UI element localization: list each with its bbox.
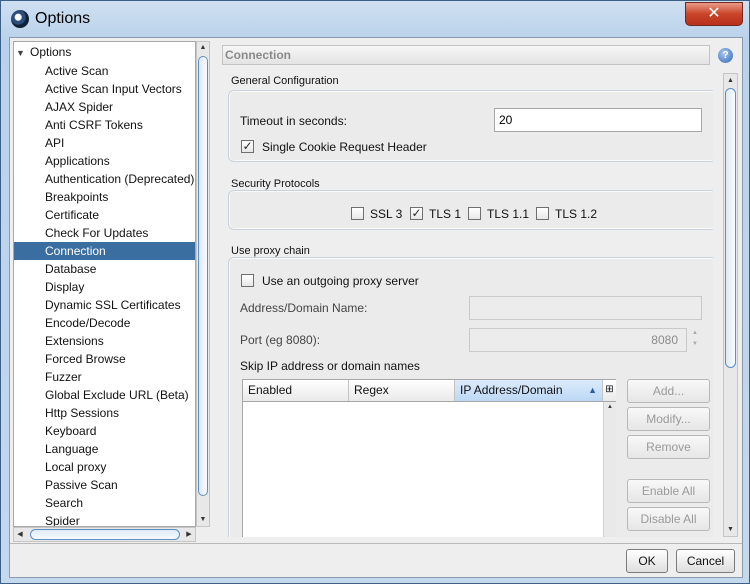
- panel-vertical-scrollbar[interactable]: ▲ ▼: [723, 73, 738, 537]
- disable-all-button[interactable]: Disable All: [627, 507, 710, 531]
- column-enabled[interactable]: Enabled: [243, 380, 349, 401]
- use-proxy-label: Use an outgoing proxy server: [262, 274, 419, 288]
- app-logo-icon: [11, 10, 29, 28]
- tree-item[interactable]: Certificate: [14, 206, 195, 224]
- scroll-left-icon[interactable]: ◀: [14, 528, 26, 541]
- tree-item[interactable]: Keyboard: [14, 422, 195, 440]
- tree-item[interactable]: Search: [14, 494, 195, 512]
- proxy-chain-title: Use proxy chain: [231, 245, 310, 257]
- tls12-checkbox[interactable]: [536, 207, 549, 220]
- tree-horizontal-scrollbar[interactable]: ◀ ▶: [13, 527, 196, 542]
- ssl3-checkbox[interactable]: [351, 207, 364, 220]
- help-icon[interactable]: ?: [718, 48, 733, 63]
- column-regex[interactable]: Regex: [349, 380, 455, 401]
- tree-item[interactable]: Check For Updates: [14, 224, 195, 242]
- ssl3-label: SSL 3: [370, 207, 403, 221]
- triangle-down-icon[interactable]: ▼: [16, 48, 30, 58]
- tree-root-label: Options: [30, 45, 72, 59]
- scroll-down-icon[interactable]: ▼: [724, 523, 737, 536]
- tree-item[interactable]: Active Scan: [14, 62, 195, 80]
- close-button[interactable]: ✕: [685, 2, 743, 26]
- timeout-label: Timeout in seconds:: [240, 114, 347, 128]
- footer-divider: [10, 543, 742, 544]
- single-cookie-label: Single Cookie Request Header: [262, 140, 427, 154]
- tree-item[interactable]: Global Exclude URL (Beta): [14, 386, 195, 404]
- tree-item[interactable]: Local proxy: [14, 458, 195, 476]
- add-button[interactable]: Add...: [627, 379, 710, 403]
- tree-item[interactable]: Spider: [14, 512, 195, 526]
- tls11-checkbox[interactable]: [468, 207, 481, 220]
- tree-item[interactable]: Breakpoints: [14, 188, 195, 206]
- scroll-thumb[interactable]: [30, 529, 180, 540]
- column-ip-address-domain[interactable]: IP Address/Domain ▲: [455, 380, 603, 401]
- tree-item[interactable]: Encode/Decode: [14, 314, 195, 332]
- port-input[interactable]: [469, 328, 687, 352]
- general-config-title: General Configuration: [231, 75, 339, 87]
- window-title: Options: [35, 10, 91, 27]
- scroll-up-icon[interactable]: ▲: [197, 42, 209, 54]
- tree-item[interactable]: API: [14, 134, 195, 152]
- tree-item[interactable]: AJAX Spider: [14, 98, 195, 116]
- column-control-icon[interactable]: ⊞: [603, 380, 616, 402]
- address-input[interactable]: [469, 296, 702, 320]
- port-label: Port (eg 8080):: [240, 333, 321, 347]
- tree-item[interactable]: Display: [14, 278, 195, 296]
- cancel-button[interactable]: Cancel: [676, 549, 735, 573]
- options-window: Options ✕ ▼ Options Active Scan Active Sca…: [0, 0, 750, 584]
- panel-title: Connection: [222, 45, 710, 65]
- tree-root[interactable]: ▼ Options: [16, 45, 71, 59]
- tree-item[interactable]: Database: [14, 260, 195, 278]
- skip-label: Skip IP address or domain names: [240, 359, 420, 373]
- options-tree: ▼ Options Active Scan Active Scan Input Ve…: [13, 41, 196, 527]
- checkmark-icon: ✓: [411, 206, 422, 220]
- tree-item[interactable]: Fuzzer: [14, 368, 195, 386]
- scroll-right-icon[interactable]: ▶: [183, 528, 195, 541]
- tree-item[interactable]: Authentication (Deprecated): [14, 170, 195, 188]
- tree-vertical-scrollbar[interactable]: ▲ ▼: [196, 41, 210, 527]
- single-cookie-checkbox[interactable]: ✓: [241, 140, 254, 153]
- spin-down-icon[interactable]: ▼: [688, 339, 702, 350]
- tree-item[interactable]: Extensions: [14, 332, 195, 350]
- scroll-down-icon[interactable]: ▼: [197, 514, 209, 526]
- use-proxy-checkbox[interactable]: [241, 274, 254, 287]
- tls1-label: TLS 1: [429, 207, 462, 221]
- connection-panel: General Configuration Timeout in seconds…: [217, 71, 713, 537]
- port-spinner[interactable]: ▲ ▼: [688, 328, 702, 352]
- table-vertical-scrollbar[interactable]: ▲: [603, 402, 616, 537]
- modify-button[interactable]: Modify...: [627, 407, 710, 431]
- tree-item[interactable]: Anti CSRF Tokens: [14, 116, 195, 134]
- close-icon: ✕: [707, 5, 721, 22]
- table-header: Enabled Regex IP Address/Domain ▲: [243, 380, 603, 402]
- remove-button[interactable]: Remove: [627, 435, 710, 459]
- skip-names-table: Enabled Regex IP Address/Domain ▲ ⊞ ▲: [242, 379, 616, 537]
- scroll-up-icon[interactable]: ▲: [604, 402, 616, 413]
- tree-item[interactable]: Connection: [14, 242, 195, 260]
- enable-all-button[interactable]: Enable All: [627, 479, 710, 503]
- dialog-client: ▼ Options Active Scan Active Scan Input Ve…: [9, 37, 743, 578]
- tls12-label: TLS 1.2: [555, 207, 598, 221]
- scroll-up-icon[interactable]: ▲: [724, 74, 737, 87]
- scroll-thumb[interactable]: [198, 56, 208, 496]
- security-protocols-title: Security Protocols: [231, 178, 320, 190]
- checkmark-icon: ✓: [242, 139, 253, 153]
- tree-item[interactable]: Forced Browse: [14, 350, 195, 368]
- column-ip-label: IP Address/Domain: [460, 383, 563, 397]
- spin-up-icon[interactable]: ▲: [688, 328, 702, 339]
- sort-ascending-icon: ▲: [588, 385, 597, 395]
- ok-button[interactable]: OK: [626, 549, 668, 573]
- tree-item[interactable]: Http Sessions: [14, 404, 195, 422]
- title-bar[interactable]: Options ✕: [1, 1, 749, 37]
- tree-list: Active Scan Active Scan Input Vectors AJAX…: [14, 62, 195, 526]
- address-label: Address/Domain Name:: [240, 301, 368, 315]
- timeout-input[interactable]: [494, 108, 702, 132]
- tree-item[interactable]: Language: [14, 440, 195, 458]
- tree-item[interactable]: Dynamic SSL Certificates: [14, 296, 195, 314]
- tls1-checkbox[interactable]: ✓: [410, 207, 423, 220]
- tls11-label: TLS 1.1: [487, 207, 530, 221]
- scroll-thumb[interactable]: [725, 88, 736, 368]
- tree-item[interactable]: Passive Scan: [14, 476, 195, 494]
- tree-item[interactable]: Applications: [14, 152, 195, 170]
- tree-item[interactable]: Active Scan Input Vectors: [14, 80, 195, 98]
